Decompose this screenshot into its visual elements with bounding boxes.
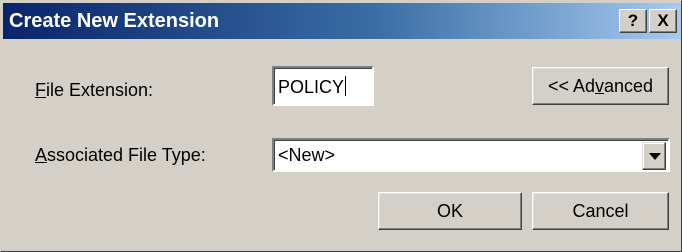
close-icon: X bbox=[657, 11, 669, 30]
close-button[interactable]: X bbox=[649, 9, 677, 33]
dialog-title: Create New Extension bbox=[9, 10, 220, 32]
help-icon: ? bbox=[627, 11, 639, 30]
associated-file-type-value: <New> bbox=[278, 145, 336, 165]
help-button[interactable]: ? bbox=[619, 9, 647, 33]
cancel-button[interactable]: Cancel bbox=[532, 192, 669, 230]
associated-file-type-select[interactable]: <New> bbox=[272, 138, 670, 172]
ok-button[interactable]: OK bbox=[378, 192, 522, 230]
text-caret bbox=[345, 76, 347, 96]
file-extension-value: POLICY bbox=[278, 77, 345, 97]
chevron-down-icon bbox=[649, 153, 661, 160]
dropdown-button[interactable] bbox=[642, 142, 666, 170]
create-new-extension-dialog: Create New Extension ? X File Extension:… bbox=[0, 0, 682, 252]
file-extension-input[interactable]: POLICY bbox=[272, 66, 374, 106]
associated-file-type-label: Associated File Type: bbox=[35, 145, 206, 165]
file-extension-label: File Extension: bbox=[35, 80, 154, 100]
title-bar: Create New Extension ? X bbox=[3, 3, 681, 39]
advanced-button[interactable]: << Advanced bbox=[532, 67, 669, 105]
